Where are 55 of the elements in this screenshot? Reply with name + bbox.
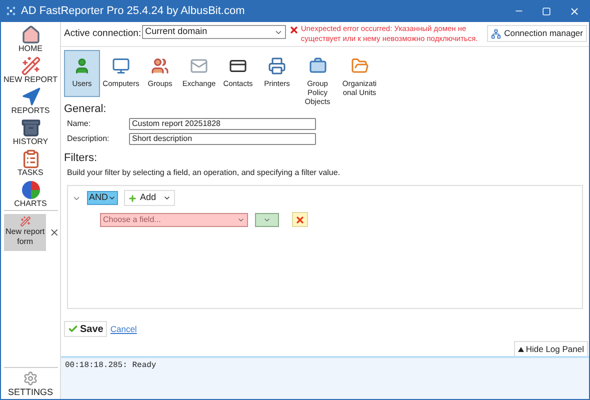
pie-chart-icon [20,180,40,200]
section-title: Filters: [64,152,98,165]
settings-icon [22,371,38,386]
field-select[interactable]: Choose a field... [100,212,248,226]
remove-condition-button[interactable] [292,212,308,227]
text-field[interactable]: Custom report 20251828 [129,118,316,130]
computer-icon [112,57,130,75]
section-title: General: [64,103,108,116]
field-label: Name: [67,118,92,130]
clipboard-icon [20,149,40,169]
envelope-icon [190,57,208,75]
open-form-tab[interactable]: New report form [4,214,46,251]
maximize-icon[interactable] [542,6,551,16]
operator-dropdown[interactable]: AND [87,191,118,205]
briefcase-icon [308,57,326,75]
chevron-down-icon [108,194,116,202]
sidebar-item[interactable]: HISTORY [1,115,60,145]
app-logo-icon [6,6,16,16]
close-icon[interactable] [49,227,60,238]
navigation-arrow-icon [20,87,40,107]
close-icon[interactable] [569,6,580,16]
chevron-down-icon [163,194,172,202]
delete-icon [295,214,305,224]
printer-icon [268,57,286,75]
sidebar-item[interactable]: TASKS [1,146,60,176]
group-icon [151,57,169,75]
save-button[interactable]: Save [64,321,108,337]
text-field[interactable]: Short description [129,132,316,144]
card-icon [229,57,247,75]
sidebar-item[interactable]: REPORTS [1,84,60,114]
cancel-link[interactable]: Cancel [110,322,137,336]
checkmark-icon [68,324,78,334]
connection-manager-button[interactable]: Connection manager [487,25,587,42]
settings-button[interactable]: SETTINGS [8,371,53,397]
triangle-up-icon [518,346,524,352]
connection-label: Active connection: [64,27,142,41]
plus-icon [128,194,138,202]
sidebar-item[interactable]: HOME [1,22,60,52]
sidebar-item[interactable]: NEW REPORT [1,53,60,83]
log-line: 00:18:18.285: Ready [65,361,158,371]
filters-hint: Build your filter by selecting a field, an operation, and specifying a filter value. [66,167,342,179]
field-label: Description: [67,132,110,144]
user-icon [73,57,91,75]
window-title: AD FastReporter Pro 25.4.24 by AlbusBit.com [21,4,245,19]
network-icon [491,28,502,38]
cabinet-icon [20,118,40,138]
error-icon [288,25,299,35]
folder-icon [350,57,368,75]
add-dropdown-button[interactable]: Add [124,190,176,206]
home-icon [20,25,40,45]
operation-select[interactable] [255,212,279,226]
connection-select[interactable]: Current domain [142,25,286,39]
magic-wand-icon [20,216,31,227]
magic-wand-icon [20,56,40,76]
sidebar-item[interactable]: CHARTS [1,177,60,207]
